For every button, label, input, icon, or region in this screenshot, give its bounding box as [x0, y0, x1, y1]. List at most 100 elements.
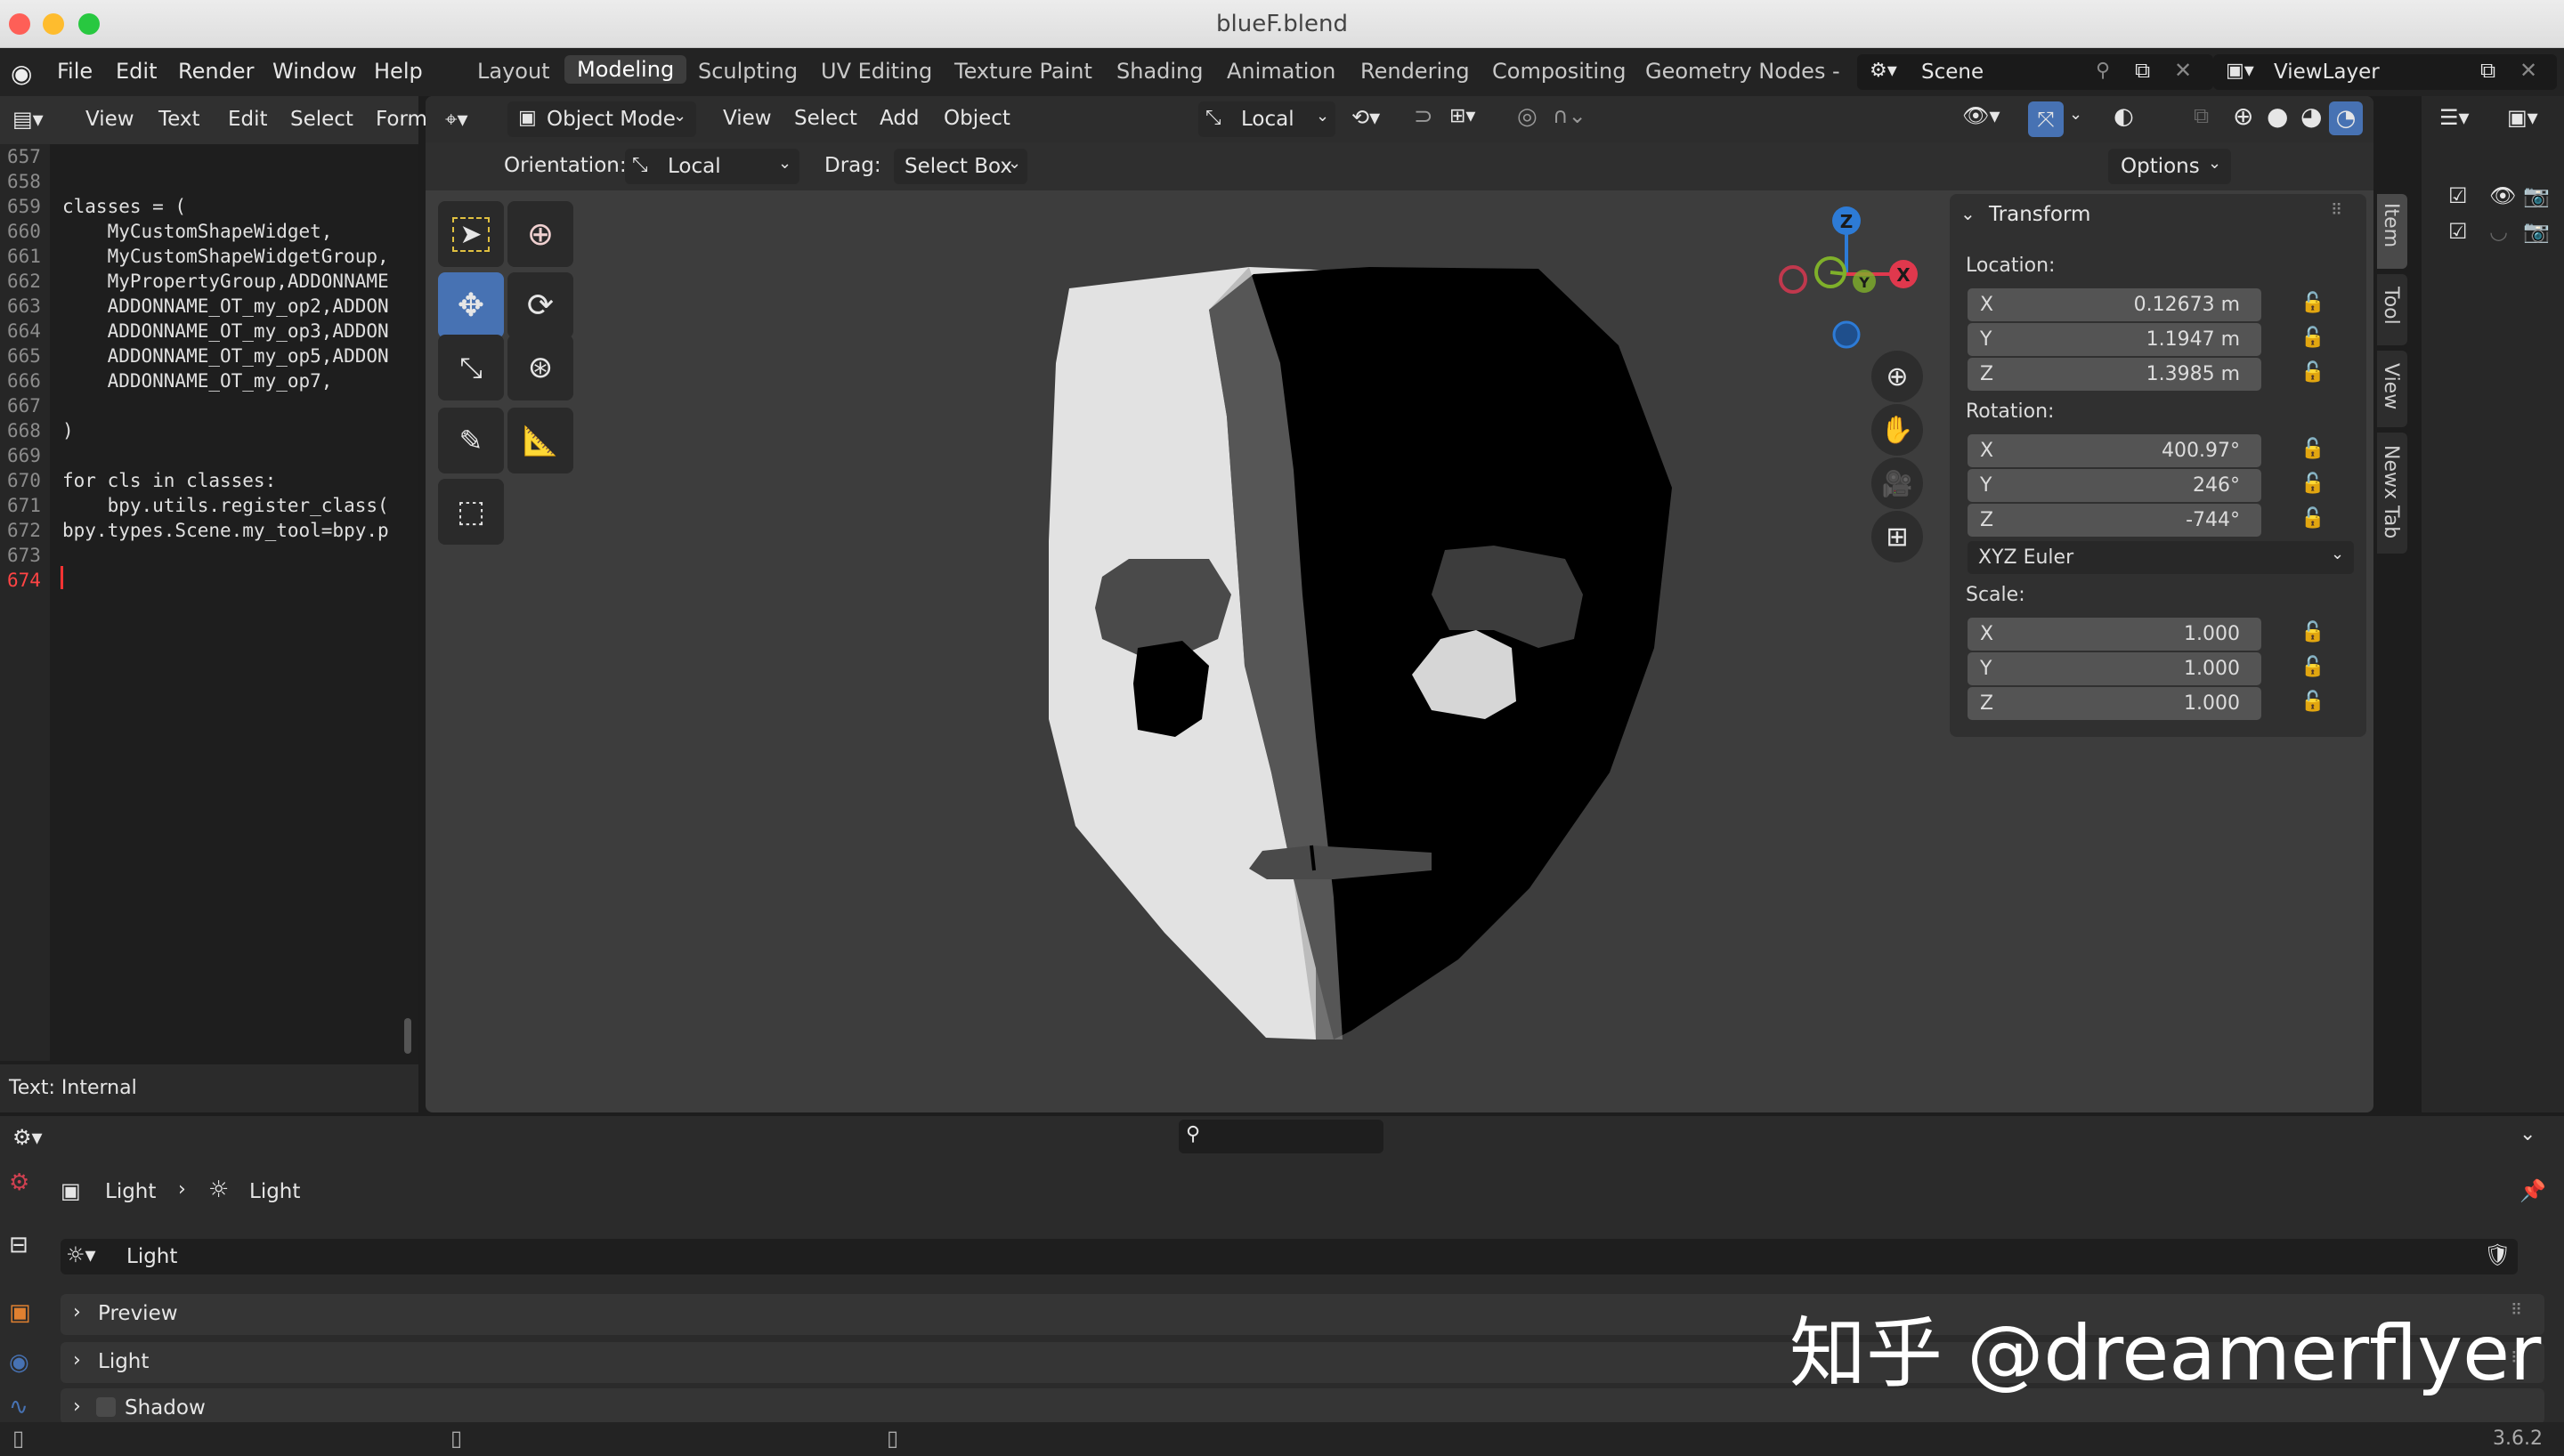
- proportional-edit-icon[interactable]: ◎: [1517, 103, 1538, 130]
- snap-target-icon[interactable]: ⊞▾: [1449, 105, 1475, 127]
- editor-type-icon[interactable]: ⚙▾: [12, 1125, 43, 1150]
- physics-properties-icon[interactable]: ◉: [9, 1349, 29, 1376]
- new-view-layer-icon[interactable]: ⧉: [2480, 58, 2495, 83]
- te-menu-select[interactable]: Select: [290, 108, 353, 131]
- location-x-field[interactable]: X 0.12673 m: [1968, 288, 2261, 321]
- eye-closed-icon[interactable]: ◡: [2489, 219, 2508, 244]
- remove-scene-icon[interactable]: ✕: [2174, 58, 2192, 83]
- tab-layout[interactable]: Layout: [477, 59, 550, 84]
- workspace-overflow-icon[interactable]: -: [1832, 59, 1840, 84]
- menu-window[interactable]: Window: [272, 59, 357, 84]
- checkbox-icon[interactable]: ☑: [2448, 219, 2468, 244]
- solid-shading-icon[interactable]: ●: [2267, 101, 2288, 131]
- scene-selector[interactable]: ⚙▾ Scene ⚲ ⧉ ✕: [1857, 54, 2213, 90]
- transform-tool[interactable]: ⊛: [507, 335, 573, 400]
- outliner-type-icon[interactable]: ☰▾: [2439, 105, 2470, 130]
- add-cube-tool[interactable]: ⬚: [438, 479, 504, 545]
- new-scene-icon[interactable]: ⧉: [2135, 58, 2150, 83]
- text-scrollbar[interactable]: [401, 146, 417, 1063]
- scale-x-field[interactable]: X 1.000: [1968, 618, 2261, 651]
- outliner[interactable]: ☰▾ ▣▾ ☑ 👁 📷 ☑ ◡ 📷: [2422, 96, 2564, 1112]
- scale-z-field[interactable]: Z 1.000: [1968, 687, 2261, 720]
- chevron-down-icon[interactable]: ⌄: [2069, 105, 2082, 124]
- tab-sculpting[interactable]: Sculpting: [698, 59, 798, 84]
- tab-item[interactable]: Item: [2377, 194, 2407, 269]
- light-datablock-selector[interactable]: ☼▾ Light 🛡: [61, 1239, 2518, 1274]
- tab-shading[interactable]: Shading: [1116, 59, 1204, 84]
- lock-icon[interactable]: 🔓: [2300, 656, 2325, 678]
- menu-help[interactable]: Help: [374, 59, 423, 84]
- property-search-input[interactable]: ⚲: [1179, 1120, 1383, 1153]
- tab-compositing[interactable]: Compositing: [1492, 59, 1626, 84]
- lock-icon[interactable]: 🔓: [2300, 691, 2325, 713]
- camera-icon[interactable]: 📷: [2523, 219, 2550, 244]
- lock-icon[interactable]: 🔓: [2300, 361, 2325, 384]
- rotation-y-field[interactable]: Y 246°: [1968, 469, 2261, 502]
- object-properties-icon[interactable]: ▣: [9, 1299, 31, 1326]
- fake-user-shield-icon[interactable]: 🛡: [2484, 1242, 2511, 1267]
- lock-icon[interactable]: 🔓: [2300, 438, 2325, 460]
- blender-logo-icon[interactable]: ◉: [11, 59, 32, 88]
- scene-properties-icon[interactable]: ⊟: [9, 1232, 28, 1258]
- vp-menu-object[interactable]: Object: [944, 107, 1010, 130]
- falloff-icon[interactable]: ∩⌄: [1553, 103, 1586, 128]
- menu-edit[interactable]: Edit: [116, 59, 157, 84]
- rotation-mode-dropdown[interactable]: XYZ Euler ⌄: [1968, 541, 2354, 574]
- measure-tool[interactable]: 📐: [507, 408, 573, 473]
- rendered-shading-icon[interactable]: ◔: [2329, 101, 2363, 135]
- transform-panel-title[interactable]: Transform: [1989, 203, 2090, 226]
- camera-view-icon[interactable]: 🎥: [1871, 457, 1923, 509]
- te-menu-format[interactable]: Form: [376, 108, 427, 131]
- tab-rendering[interactable]: Rendering: [1360, 59, 1470, 84]
- tab-modeling[interactable]: Modeling: [564, 55, 687, 84]
- pin-icon[interactable]: 📌: [2519, 1178, 2546, 1203]
- options-dropdown[interactable]: Options ⌄: [2108, 149, 2231, 184]
- navigation-gizmo[interactable]: Z X Y: [1772, 203, 1932, 354]
- checkbox-icon[interactable]: ☑: [2448, 183, 2468, 208]
- select-box-tool[interactable]: ➤: [438, 201, 504, 267]
- location-z-field[interactable]: Z 1.3985 m: [1968, 358, 2261, 391]
- constraint-properties-icon[interactable]: ∿: [9, 1394, 28, 1420]
- lock-icon[interactable]: 🔓: [2300, 292, 2325, 314]
- rotate-tool[interactable]: ⟳: [507, 272, 573, 338]
- te-menu-text[interactable]: Text: [158, 108, 200, 131]
- editor-type-icon[interactable]: ▤▾: [12, 107, 44, 132]
- overlay-icon[interactable]: ◐: [2114, 103, 2134, 130]
- tab-view[interactable]: View: [2377, 351, 2407, 427]
- zoom-icon[interactable]: ⊕: [1871, 351, 1923, 402]
- camera-icon[interactable]: 📷: [2523, 183, 2550, 208]
- pin-icon[interactable]: ⚲: [2096, 60, 2110, 82]
- annotate-tool[interactable]: ✎: [438, 408, 504, 473]
- cursor-tool[interactable]: ⊕: [507, 201, 573, 267]
- scrollbar-thumb[interactable]: [404, 1018, 411, 1054]
- gizmo-toggle-icon[interactable]: ⤧: [2028, 101, 2064, 137]
- te-menu-edit[interactable]: Edit: [228, 108, 268, 131]
- chevron-down-icon[interactable]: ⌄: [1960, 203, 1976, 224]
- visibility-icon[interactable]: 👁▾: [1962, 103, 2000, 128]
- tab-newx[interactable]: Newx Tab: [2377, 433, 2407, 554]
- rotation-x-field[interactable]: X 400.97°: [1968, 434, 2261, 467]
- chevron-down-icon[interactable]: ⌄: [2519, 1123, 2536, 1145]
- viewport-editor-type-icon[interactable]: ⌖▾: [445, 107, 468, 132]
- tab-tool[interactable]: Tool: [2377, 274, 2407, 345]
- lock-icon[interactable]: 🔓: [2300, 327, 2325, 349]
- tab-uv-editing[interactable]: UV Editing: [821, 59, 932, 84]
- display-mode-icon[interactable]: ▣▾: [2507, 105, 2538, 130]
- wireframe-shading-icon[interactable]: ⊕: [2233, 101, 2253, 131]
- scale-tool[interactable]: ⤡: [438, 335, 504, 400]
- eye-icon[interactable]: 👁: [2489, 183, 2516, 208]
- move-tool[interactable]: ✥: [438, 272, 504, 338]
- perspective-toggle-icon[interactable]: ⊞: [1871, 511, 1923, 562]
- view-layer-selector[interactable]: ▣▾ ViewLayer ⧉ ✕: [2213, 54, 2557, 90]
- vp-menu-add[interactable]: Add: [880, 107, 920, 130]
- menu-file[interactable]: File: [57, 59, 93, 84]
- lock-icon[interactable]: 🔓: [2300, 473, 2325, 495]
- drag-handle-icon[interactable]: ⠿: [2331, 201, 2342, 220]
- pan-hand-icon[interactable]: ✋: [1871, 404, 1923, 456]
- scale-y-field[interactable]: Y 1.000: [1968, 652, 2261, 685]
- tool-properties-icon[interactable]: ⚙: [9, 1169, 29, 1196]
- transform-orientation-selector[interactable]: ⤡ Local ⌄: [1198, 101, 1335, 137]
- shadow-checkbox[interactable]: [96, 1397, 116, 1417]
- lock-icon[interactable]: 🔓: [2300, 621, 2325, 643]
- orientation-dropdown[interactable]: ⤡ Local ⌄: [625, 149, 799, 184]
